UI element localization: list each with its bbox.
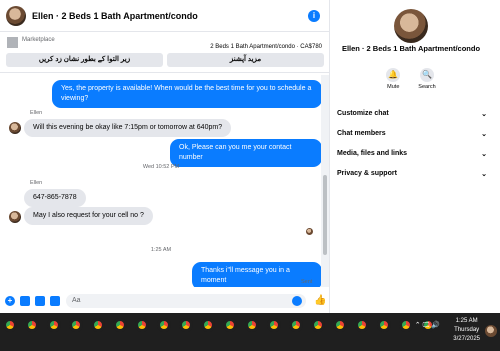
chrome-icon[interactable] [135,318,149,332]
chrome-icon[interactable] [223,318,237,332]
image-icon[interactable] [20,295,30,306]
plus-icon[interactable]: + [5,295,15,306]
search-icon: 🔍 [420,68,434,82]
messenger-window: Ellen · 2 Beds 1 Bath Apartment/condo i … [0,0,500,313]
scrollbar[interactable] [321,75,329,287]
info-actions: 🔔 Mute 🔍 Search [331,68,491,90]
taskbar: ⌃ 🖵 🔊 1:25 AM Thursday 3/27/2025 [0,313,500,351]
message-bubble-outgoing[interactable]: Yes, the property is available! When wou… [52,80,322,108]
mute-label: Mute [387,84,400,90]
mute-button[interactable]: 🔔 Mute [386,68,401,90]
chrome-icon[interactable] [311,318,325,332]
chrome-icon[interactable] [47,318,61,332]
chat-title[interactable]: Ellen · 2 Beds 1 Bath Apartment/condo [32,11,198,21]
gif-icon[interactable] [50,295,60,306]
avatar[interactable] [9,211,21,223]
chrome-icon[interactable] [267,318,281,332]
sender-name: Ellen [30,180,43,186]
sent-status: Sent [301,279,313,285]
listing-thumbnail[interactable] [7,37,18,48]
system-tray[interactable]: ⌃ 🖵 🔊 [415,321,440,330]
chrome-icon[interactable] [377,318,391,332]
message-composer: + Aa 👍 [0,288,330,313]
section-label: Media, files and links [337,150,408,157]
taskbar-clock[interactable]: 1:25 AM Thursday 3/27/2025 [453,317,480,344]
chrome-icon[interactable] [179,318,193,332]
section-chat-members[interactable]: Chat members ⌄ [337,130,487,138]
chrome-icon[interactable] [333,318,347,332]
chrome-icon[interactable] [3,318,17,332]
profile-avatar[interactable] [394,9,428,43]
clock-time: 1:25 AM [455,318,478,324]
message-timestamp: Wed 10:52 PM [142,164,180,170]
chrome-icon[interactable] [69,318,83,332]
message-bubble-incoming[interactable]: May I also request for your cell no ? [24,207,153,225]
read-receipt-avatar [306,228,313,235]
conversation-info-panel: Ellen · 2 Beds 1 Bath Apartment/condo 🔔 … [331,0,500,313]
message-input-placeholder: Aa [72,296,81,304]
section-label: Customize chat [337,110,389,117]
chrome-icon[interactable] [355,318,369,332]
marketplace-label: Marketplace [22,37,55,43]
conversation-title: Ellen · 2 Beds 1 Bath Apartment/condo [341,44,481,53]
emoji-icon[interactable] [292,295,302,306]
section-customize-chat[interactable]: Customize chat ⌄ [337,110,487,118]
chrome-icon[interactable] [289,318,303,332]
chrome-icon[interactable] [91,318,105,332]
chat-header: Ellen · 2 Beds 1 Bath Apartment/condo i [0,0,330,32]
sender-name: Ellen [30,110,43,116]
clock-date: 3/27/2025 [453,336,480,342]
chrome-icon[interactable] [25,318,39,332]
chrome-icon[interactable] [113,318,127,332]
bell-icon: 🔔 [386,68,401,82]
listing-title[interactable]: 2 Beds 1 Bath Apartment/condo · CA$780 [210,44,322,50]
more-options-button[interactable]: مزید آپشنز [167,53,324,67]
avatar[interactable] [6,5,26,26]
chevron-down-icon: ⌄ [481,131,487,138]
message-timestamp: 1:25 AM [150,247,172,253]
clock-day: Thursday [454,327,480,333]
chrome-icon[interactable] [399,318,413,332]
marketplace-actions: زیر التوا کے بطور نشان زد کریں مزید آپشن… [6,53,324,67]
chevron-down-icon: ⌄ [481,111,487,118]
message-bubble-incoming[interactable]: Will this evening be okay like 7:15pm or… [24,119,232,137]
message-list: Yes, the property is available! When wou… [0,75,322,287]
section-label: Privacy & support [337,170,397,177]
mark-pending-button[interactable]: زیر التوا کے بطور نشان زد کریں [6,53,163,67]
chrome-icon[interactable] [245,318,259,332]
message-bubble-outgoing[interactable]: Ok, Please can you me your contact numbe… [170,139,322,167]
thumbs-up-icon[interactable]: 👍 [314,295,326,306]
notification-avatar[interactable] [485,325,497,337]
search-label: Search [418,84,436,90]
chat-pane: Ellen · 2 Beds 1 Bath Apartment/condo i … [0,0,330,313]
info-icon[interactable]: i [308,10,320,22]
search-button[interactable]: 🔍 Search [418,68,436,90]
section-privacy-support[interactable]: Privacy & support ⌄ [337,170,487,178]
message-bubble-incoming[interactable]: 647-865-7878 [24,189,86,207]
marketplace-banner: Marketplace 2 Beds 1 Bath Apartment/cond… [0,33,330,73]
sticker-icon[interactable] [35,295,45,306]
chrome-icon[interactable] [201,318,215,332]
message-input[interactable]: Aa [66,293,306,308]
chevron-down-icon: ⌄ [481,171,487,178]
scrollbar-thumb[interactable] [323,175,327,255]
section-media-files-links[interactable]: Media, files and links ⌄ [337,150,487,158]
section-label: Chat members [337,130,386,137]
chevron-down-icon: ⌄ [481,151,487,158]
avatar[interactable] [9,122,21,134]
chrome-icon[interactable] [157,318,171,332]
